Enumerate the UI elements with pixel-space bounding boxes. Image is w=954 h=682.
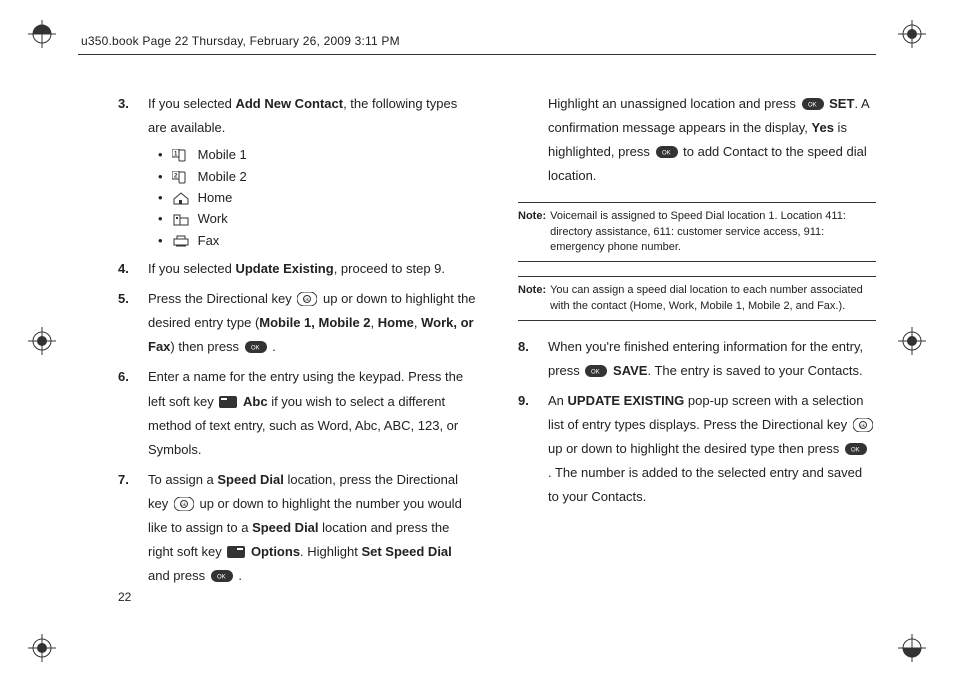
mobile2-icon: 2 bbox=[172, 169, 190, 182]
note-text: Voicemail is assigned to Speed Dial loca… bbox=[550, 209, 876, 255]
step-7: 7. To assign a Speed Dial location, pres… bbox=[118, 468, 476, 588]
step-number: 5. bbox=[118, 287, 129, 311]
svg-text:OK: OK bbox=[217, 574, 226, 580]
svg-text:ok: ok bbox=[860, 423, 866, 428]
note-2: Note: You can assign a speed dial locati… bbox=[518, 276, 876, 321]
note-label: Note: bbox=[518, 209, 546, 255]
text: If you selected bbox=[148, 261, 235, 276]
text: An bbox=[548, 393, 568, 408]
header-rule bbox=[78, 54, 876, 55]
label: Home bbox=[198, 190, 233, 205]
svg-text:ok: ok bbox=[305, 297, 311, 302]
page-header-text: u350.book Page 22 Thursday, February 26,… bbox=[81, 34, 400, 48]
step-8: 8. When you're finished entering informa… bbox=[518, 335, 876, 383]
work-icon bbox=[172, 211, 190, 224]
svg-text:ok: ok bbox=[181, 502, 187, 507]
right-soft-key-icon bbox=[227, 542, 245, 554]
text: . bbox=[272, 339, 276, 354]
text: . Highlight bbox=[300, 544, 361, 559]
ok-key-icon: OK bbox=[802, 94, 824, 106]
contact-type-item: Work bbox=[158, 208, 476, 229]
contact-type-item: 1 Mobile 1 bbox=[158, 144, 476, 165]
step-3: 3. If you selected Add New Contact, the … bbox=[118, 92, 476, 251]
text: Highlight an unassigned location and pre… bbox=[548, 96, 800, 111]
ok-key-icon: OK bbox=[656, 142, 678, 154]
label: Fax bbox=[198, 233, 220, 248]
registration-mark-icon bbox=[898, 634, 926, 662]
step-5: 5. Press the Directional key ok up or do… bbox=[118, 287, 476, 359]
ok-key-icon: OK bbox=[585, 361, 607, 373]
text: and press bbox=[148, 568, 209, 583]
note-label: Note: bbox=[518, 283, 546, 314]
step-number: 4. bbox=[118, 257, 129, 281]
svg-text:OK: OK bbox=[808, 103, 817, 109]
ok-key-icon: OK bbox=[211, 566, 233, 578]
svg-text:OK: OK bbox=[662, 151, 671, 157]
step-number: 7. bbox=[118, 468, 129, 492]
step-4: 4. If you selected Update Existing, proc… bbox=[118, 257, 476, 281]
text-bold: Abc bbox=[243, 394, 268, 409]
step-number: 6. bbox=[118, 365, 129, 389]
registration-mark-icon bbox=[28, 327, 56, 355]
svg-text:OK: OK bbox=[851, 448, 860, 454]
step-number: 3. bbox=[118, 92, 129, 116]
text: up or down to highlight the desired type… bbox=[548, 441, 843, 456]
directional-key-icon: ok bbox=[853, 416, 873, 430]
svg-text:OK: OK bbox=[251, 346, 260, 352]
right-column: Highlight an unassigned location and pre… bbox=[518, 92, 876, 612]
text: , proceed to step 9. bbox=[334, 261, 445, 276]
step-9: 9. An UPDATE EXISTING pop-up screen with… bbox=[518, 389, 876, 509]
text-bold: Add New Contact bbox=[235, 96, 343, 111]
mobile1-icon: 1 bbox=[172, 147, 190, 160]
step-number: 9. bbox=[518, 389, 529, 413]
registration-mark-icon bbox=[28, 634, 56, 662]
ok-key-icon: OK bbox=[245, 337, 267, 349]
contact-type-item: 2 Mobile 2 bbox=[158, 166, 476, 187]
ok-key-icon: OK bbox=[845, 439, 867, 451]
text: ) then press bbox=[170, 339, 242, 354]
label: Mobile 2 bbox=[198, 169, 247, 184]
contact-type-item: Fax bbox=[158, 230, 476, 251]
registration-mark-icon bbox=[898, 20, 926, 48]
text-bold: Update Existing bbox=[235, 261, 333, 276]
text: If you selected bbox=[148, 96, 235, 111]
page-number: 22 bbox=[118, 590, 131, 604]
content-columns: 3. If you selected Add New Contact, the … bbox=[118, 92, 876, 612]
text: To assign a bbox=[148, 472, 217, 487]
step-6: 6. Enter a name for the entry using the … bbox=[118, 365, 476, 461]
home-icon bbox=[172, 190, 190, 203]
left-column: 3. If you selected Add New Contact, the … bbox=[118, 92, 476, 612]
step-7-continuation: Highlight an unassigned location and pre… bbox=[518, 92, 876, 188]
fax-icon bbox=[172, 233, 190, 246]
label: Work bbox=[198, 211, 228, 226]
text: . The entry is saved to your Contacts. bbox=[647, 363, 862, 378]
label: Mobile 1 bbox=[198, 147, 247, 162]
registration-mark-icon bbox=[28, 20, 56, 48]
step-number: 8. bbox=[518, 335, 529, 359]
directional-key-icon: ok bbox=[174, 495, 194, 509]
contact-type-item: Home bbox=[158, 187, 476, 208]
registration-mark-icon bbox=[898, 327, 926, 355]
svg-text:OK: OK bbox=[591, 370, 600, 376]
text: Press the Directional key bbox=[148, 291, 295, 306]
text: . The number is added to the selected en… bbox=[548, 465, 862, 504]
left-soft-key-icon bbox=[219, 392, 237, 404]
directional-key-icon: ok bbox=[297, 290, 317, 304]
text: . bbox=[238, 568, 242, 583]
note-1: Note: Voicemail is assigned to Speed Dia… bbox=[518, 202, 876, 262]
note-text: You can assign a speed dial location to … bbox=[550, 283, 876, 314]
